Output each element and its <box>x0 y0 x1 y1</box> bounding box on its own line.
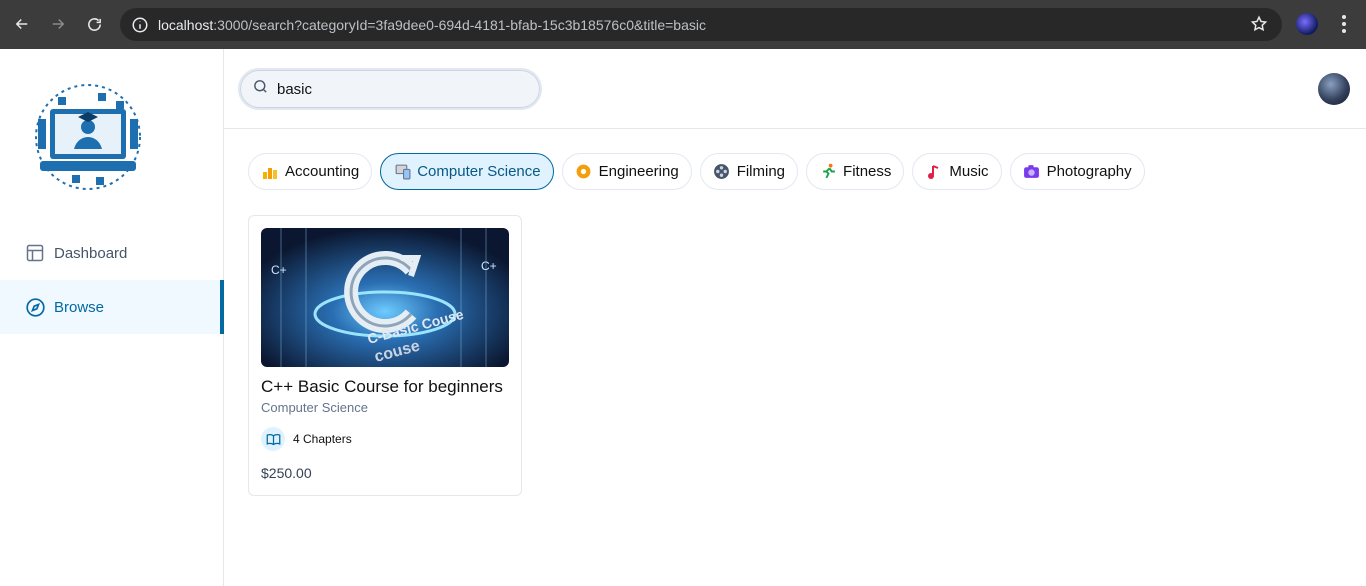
sidebar: Dashboard Browse <box>0 49 224 586</box>
top-bar <box>224 49 1366 129</box>
camera-icon <box>1023 163 1041 181</box>
logo[interactable] <box>28 79 148 197</box>
bar-chart-icon <box>261 163 279 181</box>
category-label: Photography <box>1046 163 1132 180</box>
reload-icon <box>87 17 101 31</box>
search-input[interactable] <box>277 80 517 98</box>
kebab-menu-icon[interactable] <box>1334 12 1354 41</box>
layout-icon <box>24 242 46 264</box>
sidebar-item-label: Browse <box>54 298 105 316</box>
course-category: Computer Science <box>261 400 368 415</box>
sidebar-item-browse[interactable]: Browse <box>0 280 224 334</box>
category-fitness[interactable]: Fitness <box>806 153 905 190</box>
category-label: Fitness <box>843 163 892 180</box>
back-button[interactable] <box>4 6 40 42</box>
forward-button[interactable] <box>40 6 76 42</box>
sidebar-item-label: Dashboard <box>54 244 128 262</box>
url-host: localhost <box>158 16 214 33</box>
course-thumbnail: C-Basic Couse couse C+ C+ <box>261 228 509 367</box>
bookmark-star-icon[interactable] <box>1250 15 1268 38</box>
course-card[interactable]: C-Basic Couse couse C+ C+ C++ Basic Cour… <box>248 215 522 496</box>
chapters-count: 4 Chapters <box>293 432 352 446</box>
category-label: Filming <box>736 163 786 180</box>
runner-icon <box>819 163 837 181</box>
category-filming[interactable]: Filming <box>699 153 799 190</box>
url-text: localhost:3000/search?categoryId=3fa9dee… <box>158 17 706 33</box>
book-open-icon <box>261 427 285 451</box>
url-path: :3000/search?categoryId=3fa9dee0-694d-41… <box>213 16 706 33</box>
search-box[interactable] <box>238 68 542 110</box>
svg-text:C+: C+ <box>271 263 287 277</box>
address-bar[interactable]: localhost:3000/search?categoryId=3fa9dee… <box>120 8 1282 41</box>
category-list: Accounting Computer Science Engineering … <box>248 153 1145 190</box>
music-note-icon <box>925 163 943 181</box>
category-label: Computer Science <box>417 163 541 180</box>
chapters-info: 4 Chapters <box>261 427 509 451</box>
avatar[interactable] <box>1318 73 1350 105</box>
gear-icon <box>575 163 593 181</box>
sidebar-item-dashboard[interactable]: Dashboard <box>0 226 224 280</box>
category-label: Accounting <box>285 163 360 180</box>
film-reel-icon <box>713 163 731 181</box>
arrow-left-icon <box>15 18 28 30</box>
search-icon <box>252 78 269 100</box>
category-photography[interactable]: Photography <box>1009 153 1145 190</box>
svg-text:C+: C+ <box>481 259 497 273</box>
compass-icon <box>24 296 46 318</box>
browser-toolbar: localhost:3000/search?categoryId=3fa9dee… <box>0 0 1366 49</box>
category-label: Music <box>949 163 989 180</box>
course-title[interactable]: C++ Basic Course for beginners <box>261 377 509 397</box>
category-label: Engineering <box>598 163 679 180</box>
reload-button[interactable] <box>76 6 112 42</box>
extension-icon[interactable] <box>1296 13 1318 35</box>
laptop-icon <box>393 163 411 181</box>
category-accounting[interactable]: Accounting <box>248 153 373 190</box>
category-engineering[interactable]: Engineering <box>561 153 692 190</box>
category-music[interactable]: Music <box>912 153 1002 190</box>
arrow-right-icon <box>52 18 65 30</box>
course-price: $250.00 <box>261 465 312 481</box>
site-info-icon[interactable] <box>130 15 150 35</box>
category-computer-science[interactable]: Computer Science <box>380 153 554 190</box>
